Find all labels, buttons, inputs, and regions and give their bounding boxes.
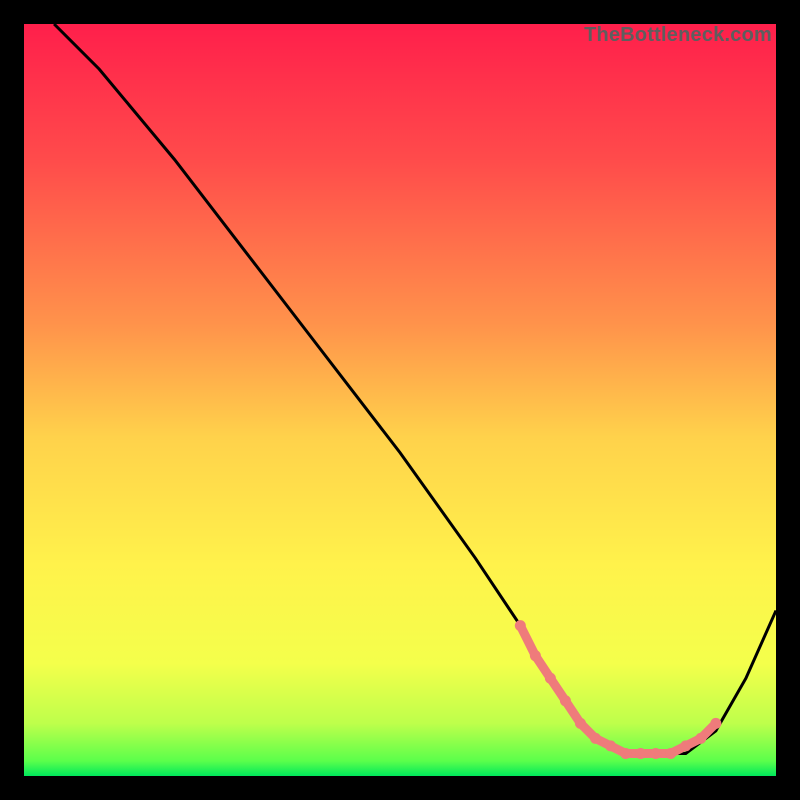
optimal-range-dot bbox=[530, 650, 541, 661]
chart-frame: TheBottleneck.com bbox=[24, 24, 776, 776]
optimal-range-dot bbox=[590, 733, 601, 744]
watermark-text: TheBottleneck.com bbox=[584, 24, 772, 47]
chart-background-gradient bbox=[24, 24, 776, 776]
optimal-range-dot bbox=[515, 620, 526, 631]
optimal-range-dot bbox=[695, 733, 706, 744]
optimal-range-dot bbox=[620, 748, 631, 759]
chart-plot bbox=[24, 24, 776, 776]
optimal-range-dot bbox=[605, 740, 616, 751]
optimal-range-dot bbox=[545, 673, 556, 684]
optimal-range-dot bbox=[560, 695, 571, 706]
optimal-range-dot bbox=[680, 740, 691, 751]
optimal-range-dot bbox=[665, 748, 676, 759]
optimal-range-dot bbox=[635, 748, 646, 759]
optimal-range-dot bbox=[575, 718, 586, 729]
optimal-range-dot bbox=[710, 718, 721, 729]
optimal-range-dot bbox=[650, 748, 661, 759]
